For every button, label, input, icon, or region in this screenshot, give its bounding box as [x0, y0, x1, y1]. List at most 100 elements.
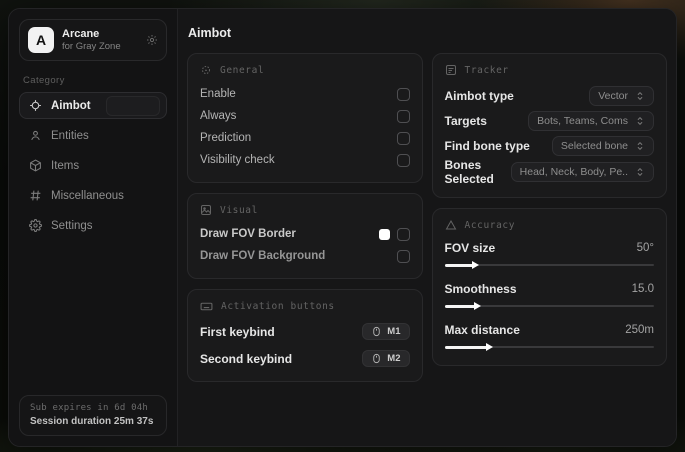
- app-logo: A: [28, 27, 54, 53]
- category-label: Category: [23, 75, 65, 86]
- sidebar-item-items[interactable]: Items: [19, 152, 167, 179]
- visual-card: Visual Draw FOV Border Draw FOV Backgrou…: [187, 193, 423, 279]
- setting-row: Visibility check: [200, 149, 410, 171]
- setting-label: Targets: [444, 113, 487, 128]
- sidebar-item-label: Items: [51, 159, 80, 172]
- draw-fov-background-checkbox[interactable]: [396, 249, 410, 263]
- cube-icon: [29, 159, 42, 172]
- sidebar: A Arcane for Gray Zone Category Aimbot E…: [9, 9, 178, 446]
- setting-row: Enable: [200, 83, 410, 105]
- setting-row: Prediction: [200, 127, 410, 149]
- dropdown-value: Selected bone: [560, 139, 628, 152]
- sidebar-item-label: Aimbot: [51, 99, 91, 112]
- setting-row: Find bone type Selected bone: [445, 133, 654, 158]
- sidebar-item-entities[interactable]: Entities: [19, 122, 167, 149]
- slider-thumb[interactable]: [486, 342, 494, 351]
- second-keybind-button[interactable]: M2: [362, 350, 410, 367]
- crosshair-icon: [200, 64, 212, 76]
- chevron-up-down-icon: [635, 91, 645, 101]
- setting-label: FOV size: [444, 241, 496, 255]
- sidebar-item-miscellaneous[interactable]: Miscellaneous: [19, 182, 167, 209]
- chevron-up-down-icon: [635, 167, 645, 177]
- aimbot-type-dropdown[interactable]: Vector: [589, 85, 654, 106]
- image-icon: [200, 204, 212, 216]
- always-checkbox[interactable]: [396, 109, 410, 123]
- setting-label: Always: [200, 110, 237, 122]
- setting-label: Aimbot type: [444, 88, 514, 103]
- setting-row: Second keybind M2: [200, 347, 410, 370]
- fov-border-color-swatch[interactable]: [378, 228, 390, 240]
- sub-expiry-text: Sub expires in 6d 04h: [30, 403, 148, 413]
- smoothness-slider[interactable]: [444, 301, 654, 311]
- setting-label: Bones Selected: [444, 158, 494, 186]
- keyboard-icon: [200, 300, 213, 313]
- mouse-icon: [371, 353, 382, 364]
- setting-label: Prediction: [200, 132, 252, 144]
- first-keybind-button[interactable]: M1: [362, 323, 410, 340]
- card-title: Accuracy: [464, 219, 516, 231]
- crosshair-icon: [29, 99, 42, 112]
- setting-label: First keybind: [200, 324, 275, 339]
- bones-selected-dropdown[interactable]: Head, Neck, Body, Pe..: [510, 162, 654, 182]
- content-columns: General Enable Always Prediction Visibil…: [187, 53, 667, 382]
- setting-label: Smoothness: [444, 282, 517, 296]
- fov-size-setting: FOV size 50°: [444, 238, 654, 270]
- slider-thumb[interactable]: [473, 301, 481, 310]
- dropdown-value: Bots, Teams, Coms: [537, 114, 628, 127]
- activation-card-header: Activation buttons: [200, 300, 410, 313]
- setting-label: Draw FOV Background: [200, 250, 326, 262]
- controls: [378, 227, 410, 241]
- subscription-status-card: Sub expires in 6d 04h Session duration 2…: [19, 395, 167, 436]
- accuracy-card-header: Accuracy: [445, 219, 655, 231]
- sidebar-item-settings[interactable]: Settings: [19, 212, 167, 239]
- general-card: General Enable Always Prediction Visibil…: [187, 53, 423, 183]
- card-title: Activation buttons: [221, 301, 335, 312]
- brand-text: Arcane for Gray Zone: [62, 28, 121, 52]
- slider-value: 15.0: [631, 283, 654, 295]
- fov-size-slider[interactable]: [444, 260, 654, 270]
- smoothness-setting: Smoothness 15.0: [444, 279, 655, 311]
- draw-fov-border-checkbox[interactable]: [396, 227, 410, 241]
- setting-row: Aimbot type Vector: [444, 83, 654, 108]
- targets-dropdown[interactable]: Bots, Teams, Coms: [528, 110, 654, 131]
- left-column: General Enable Always Prediction Visibil…: [187, 53, 423, 382]
- ghost-watermark: [106, 96, 160, 116]
- setting-row: Bones Selected Head, Neck, Body, Pe..: [444, 158, 654, 186]
- chevron-up-down-icon: [635, 116, 645, 126]
- dropdown-value: Head, Neck, Body, Pe..: [519, 166, 628, 178]
- setting-row: Draw FOV Border: [200, 223, 410, 245]
- right-column: Tracker Aimbot type Vector Targets Bots,…: [431, 53, 667, 366]
- card-title: Visual: [220, 204, 258, 216]
- find-bone-type-dropdown[interactable]: Selected bone: [551, 135, 654, 156]
- slider-thumb[interactable]: [471, 260, 479, 269]
- prediction-checkbox[interactable]: [396, 131, 410, 145]
- brand-card: A Arcane for Gray Zone: [19, 19, 167, 61]
- max-distance-slider[interactable]: [444, 342, 654, 352]
- setting-label: Max distance: [444, 323, 520, 337]
- setting-label: Second keybind: [200, 351, 293, 366]
- sidebar-item-aimbot[interactable]: Aimbot: [19, 92, 167, 119]
- main-panel: Aimbot General Enable Always Prediction …: [178, 9, 676, 446]
- app-subtitle: for Gray Zone: [62, 41, 121, 52]
- entities-icon: [29, 129, 42, 142]
- enable-checkbox[interactable]: [396, 87, 410, 101]
- triangle-icon: [445, 219, 457, 231]
- page-title: Aimbot: [188, 26, 232, 40]
- app-title: Arcane: [62, 28, 100, 40]
- mouse-icon: [371, 326, 382, 337]
- visibility-check-checkbox[interactable]: [396, 153, 410, 167]
- setting-label: Draw FOV Border: [200, 228, 296, 240]
- slider-header: Max distance 250m: [445, 320, 655, 340]
- max-distance-setting: Max distance 250m: [444, 320, 655, 352]
- sidebar-item-label: Settings: [51, 219, 93, 232]
- gear-icon[interactable]: [146, 34, 158, 46]
- setting-row: Always: [200, 105, 410, 127]
- setting-row: First keybind M1: [200, 320, 410, 343]
- tracker-card-header: Tracker: [445, 64, 655, 76]
- slider-fill: [444, 263, 474, 267]
- slider-header: Smoothness 15.0: [445, 279, 655, 299]
- dropdown-value: Vector: [598, 89, 628, 102]
- keybind-value: M1: [387, 326, 401, 337]
- visual-card-header: Visual: [200, 204, 410, 216]
- setting-label: Visibility check: [200, 154, 275, 166]
